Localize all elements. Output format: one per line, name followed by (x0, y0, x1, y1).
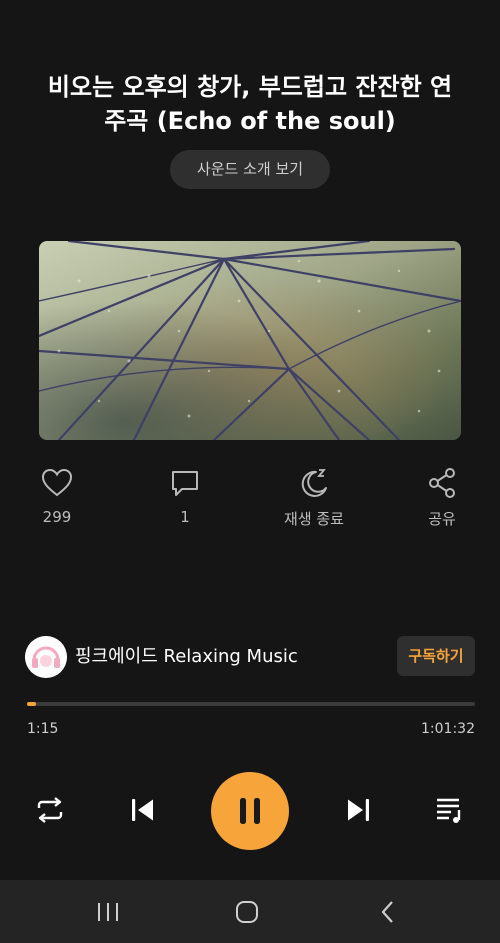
channel-avatar[interactable] (25, 636, 67, 678)
sleep-timer-label: 재생 종료 (284, 510, 344, 528)
previous-button[interactable] (122, 791, 162, 829)
home-button[interactable] (207, 880, 287, 943)
skip-previous-icon (132, 799, 153, 821)
pause-button[interactable] (211, 772, 289, 850)
like-button[interactable]: 299 (7, 466, 107, 526)
track-title: 비오는 오후의 창가, 부드럽고 잔잔한 연 주곡 (Echo of the s… (30, 70, 470, 138)
next-button[interactable] (339, 791, 379, 829)
share-label: 공유 (428, 510, 456, 528)
sound-intro-button[interactable]: 사운드 소개 보기 (170, 150, 330, 189)
progress-fill (27, 702, 36, 706)
repeat-icon (37, 797, 63, 823)
back-button[interactable] (348, 880, 428, 943)
pause-icon (240, 798, 260, 824)
repeat-button[interactable] (30, 791, 70, 829)
share-icon (429, 468, 455, 498)
playlist-button[interactable] (430, 791, 470, 829)
progress-bar[interactable] (27, 702, 475, 706)
track-title-line-2: 주곡 (Echo of the soul) (104, 107, 396, 135)
channel-name[interactable]: 핑크에이드 Relaxing Music (75, 636, 298, 678)
action-row: 299 1 재생 종료 공유 (0, 466, 500, 536)
sleep-timer-button[interactable]: 재생 종료 (264, 466, 364, 529)
playlist-icon (437, 798, 461, 823)
system-navigation-bar (0, 880, 500, 943)
recent-apps-button[interactable] (68, 880, 148, 943)
current-time: 1:15 (27, 721, 59, 737)
album-artwork (39, 241, 461, 440)
moon-z-icon (301, 469, 327, 497)
home-icon (236, 900, 258, 923)
comment-button[interactable]: 1 (135, 466, 235, 526)
speech-bubble-icon (172, 471, 198, 496)
player-screen: 비오는 오후의 창가, 부드럽고 잔잔한 연 주곡 (Echo of the s… (0, 0, 500, 943)
share-button[interactable]: 공유 (392, 466, 492, 529)
back-icon (381, 900, 393, 923)
like-count: 299 (42, 508, 72, 526)
skip-next-icon (348, 799, 369, 821)
subscribe-button[interactable]: 구독하기 (397, 636, 475, 676)
total-time: 1:01:32 (421, 721, 475, 737)
comment-count: 1 (180, 508, 190, 526)
track-title-line-1: 비오는 오후의 창가, 부드럽고 잔잔한 연 (47, 73, 453, 101)
heart-icon (41, 468, 73, 497)
channel-row: 핑크에이드 Relaxing Music 구독하기 (25, 636, 475, 678)
recent-apps-icon (98, 902, 118, 921)
